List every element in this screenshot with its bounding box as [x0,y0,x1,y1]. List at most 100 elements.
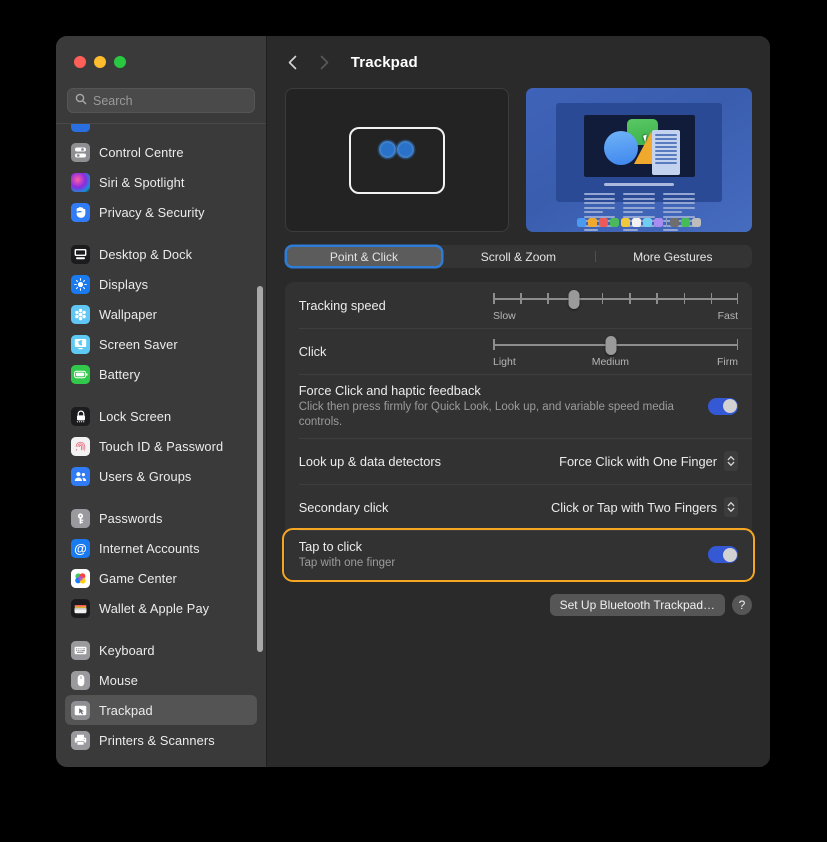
sidebar-item-label: Control Centre [99,144,184,160]
setting-row-click: Click Light Medium Firm [285,328,753,374]
tracking-speed-slider[interactable]: Slow Fast [493,282,738,328]
look-up-value: Force Click with One Finger [559,453,717,469]
search-container [56,88,266,123]
force-click-toggle[interactable] [708,397,738,415]
back-button[interactable] [279,48,307,76]
sidebar-item-wallpaper[interactable]: Wallpaper [65,299,257,329]
click-track[interactable] [493,336,738,355]
sidebar-item-label: Internet Accounts [99,540,200,556]
dock-app-icon [669,218,679,227]
sidebar-group-separator [65,623,257,635]
sidebar-item-mouse[interactable]: Mouse [65,665,257,695]
tap-to-click-toggle[interactable] [708,546,738,564]
sidebar-item-displays[interactable]: Displays [65,269,257,299]
tab-point-click[interactable]: Point & Click [286,247,442,266]
battery-icon [71,364,90,384]
forward-button[interactable] [311,48,339,76]
dock-app-icon [631,218,641,227]
sidebar-item-label: Passwords [99,510,163,526]
slider-line [493,298,738,300]
slider-tick [710,293,713,304]
sidebar-scrollbar[interactable] [256,286,263,652]
sidebar-item-desktop-dock[interactable]: Desktop & Dock [65,239,257,269]
trackpad-gesture-preview [284,88,509,232]
search-box[interactable] [67,88,255,113]
tab-more-gestures[interactable]: More Gestures [596,247,750,266]
chevron-updown-icon[interactable] [724,451,738,471]
click-slider[interactable]: Light Medium Firm [493,328,738,374]
dock-app-icon [609,218,619,227]
settings-window: Control Centre Siri & Spotlight Privacy & … [56,36,770,767]
look-up-control[interactable]: Force Click with One Finger [559,451,738,471]
help-button[interactable]: ? [732,594,752,615]
setup-bluetooth-trackpad-button[interactable]: Set Up Bluetooth Trackpad… [549,593,725,616]
secondary-click-value: Click or Tap with Two Fingers [551,499,717,515]
slider-tick [656,293,658,304]
look-up-label: Look up & data detectors [298,453,442,469]
tab-scroll-zoom[interactable]: Scroll & Zoom [441,247,596,266]
document-shape-icon [651,130,680,175]
sidebar-item-touch-id-password[interactable]: Touch ID & Password [65,431,257,461]
click-min-label: Light [493,356,516,368]
sidebar-item-screen-saver[interactable]: Screen Saver [65,329,257,359]
tracking-speed-min-label: Slow [493,310,516,322]
sidebar-item-item[interactable] [65,124,257,137]
screen-saver-icon [71,334,90,354]
maximize-button[interactable] [114,56,126,68]
sidebar-item-game-center[interactable]: Game Center [65,563,257,593]
preview-row [284,88,752,232]
click-max-label: Firm [716,356,738,368]
sidebar-item-wallet-apple-pay[interactable]: Wallet & Apple Pay [65,593,257,623]
sidebar-item-keyboard[interactable]: Keyboard [65,635,257,665]
sidebar-item-internet-accounts[interactable]: @ Internet Accounts [65,533,257,563]
force-click-control [708,397,738,415]
slider-tick [493,339,495,350]
printers-scanners-icon [71,730,90,750]
sidebar-item-printers-scanners[interactable]: Printers & Scanners [65,725,257,755]
force-click-label: Force Click and haptic feedback [298,383,481,398]
click-label: Click [298,343,327,359]
slider-tick [736,293,738,304]
wallet-apple-pay-icon [71,598,90,618]
content-area: Point & Click Scroll & Zoom More Gestures … [267,88,770,767]
wallpaper-icon [71,304,90,324]
sidebar-item-lock-screen[interactable]: Lock Screen [65,401,257,431]
bottom-button-row: Set Up Bluetooth Trackpad… ? [285,593,752,616]
tracking-speed-track[interactable] [493,290,738,309]
tracking-speed-max-label: Fast [717,310,738,322]
tracking-speed-label: Tracking speed [298,297,386,313]
sidebar-item-siri-spotlight[interactable]: Siri & Spotlight [65,167,257,197]
search-input[interactable] [93,93,247,108]
dock-app-icon [587,218,597,227]
gesture-video-preview [525,88,752,232]
dock-app-icon [576,218,586,227]
dock-app-icon [691,218,701,227]
search-icon [75,92,87,110]
sidebar-item-label: Displays [99,276,149,292]
sidebar-item-control-centre[interactable]: Control Centre [65,137,257,167]
minimize-button[interactable] [94,56,106,68]
slider-thumb[interactable] [568,290,580,309]
slider-tick [629,293,631,304]
tracking-speed-legend: Slow Fast [493,310,738,322]
secondary-click-control[interactable]: Click or Tap with Two Fingers [551,497,738,517]
setting-row-secondary-click: Secondary click Click or Tap with Two Fi… [285,484,753,530]
slider-thumb[interactable] [605,336,617,355]
sidebar-item-privacy-security[interactable]: Privacy & Security [65,197,257,227]
sidebar-item-battery[interactable]: Battery [65,359,257,389]
finger-dot-icon [379,140,397,158]
partial-blue-icon [71,124,90,132]
sidebar-item-users-groups[interactable]: Users & Groups [65,461,257,491]
toggle-knob [722,547,737,562]
sidebar-scroll-area[interactable]: Control Centre Siri & Spotlight Privacy & … [56,123,266,767]
sidebar-item-trackpad[interactable]: Trackpad [65,695,257,725]
sidebar: Control Centre Siri & Spotlight Privacy & … [56,36,267,767]
sidebar-item-label: Users & Groups [99,468,192,484]
sidebar-item-passwords[interactable]: Passwords [65,503,257,533]
sidebar-item-label: Mouse [99,672,138,688]
sidebar-item-label: Wallpaper [99,306,158,322]
sidebar-item-label: Desktop & Dock [99,246,193,262]
trackpad-outline-icon [348,126,445,194]
chevron-updown-icon[interactable] [724,497,738,517]
close-button[interactable] [74,56,86,68]
